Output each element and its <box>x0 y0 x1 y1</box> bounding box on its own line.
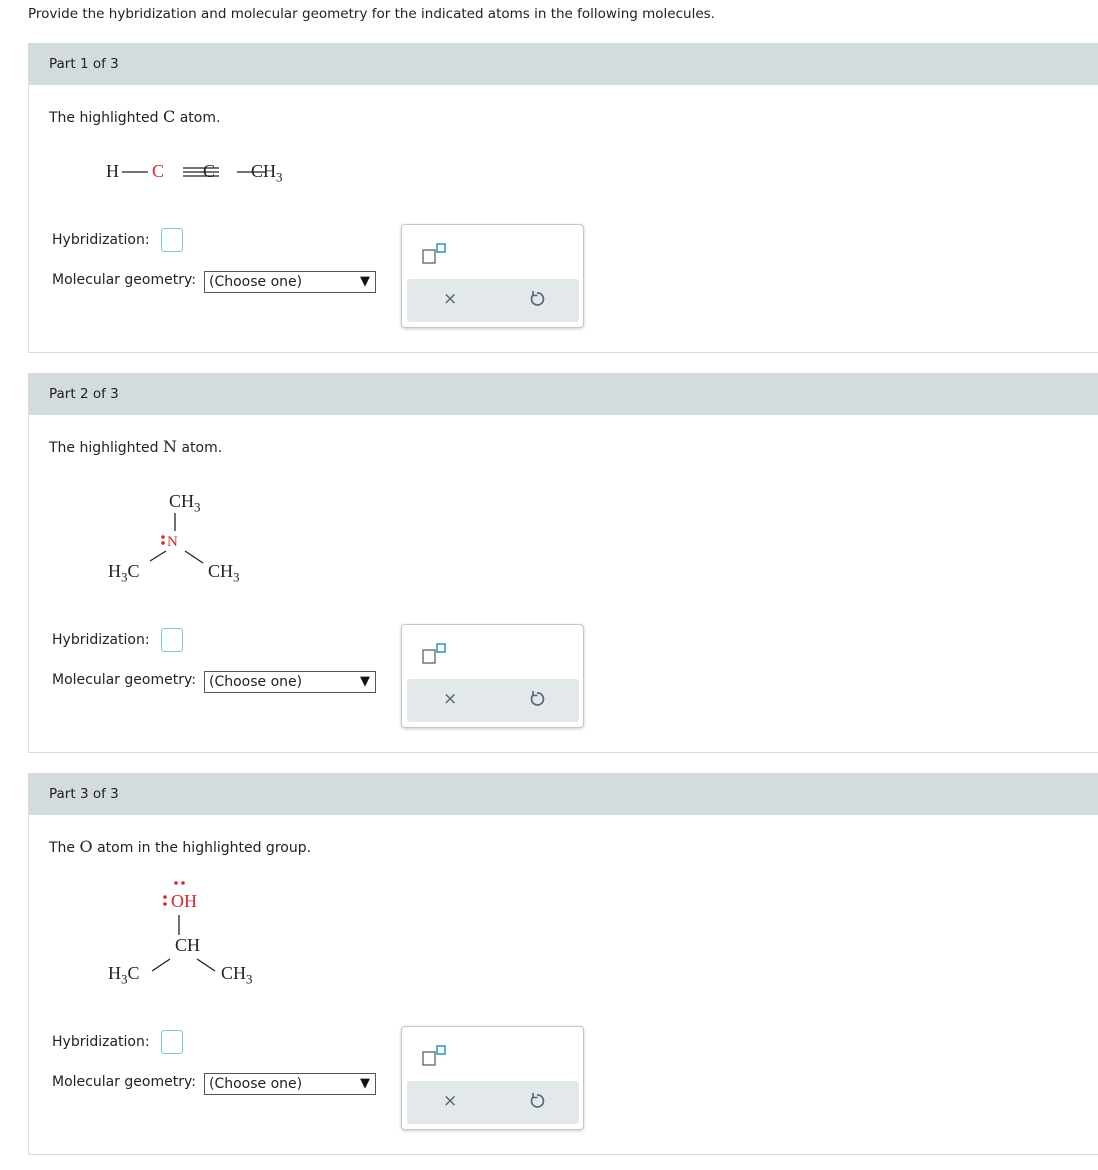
x-icon[interactable]: × <box>443 689 457 709</box>
tool-bar: × <box>407 679 579 722</box>
undo-icon[interactable] <box>527 289 547 309</box>
geometry-select[interactable]: (Choose one) ▼ <box>204 271 376 293</box>
hybridization-input[interactable] <box>161 1030 183 1054</box>
geometry-label: Molecular geometry: <box>52 1074 196 1090</box>
superscript-box-icon[interactable] <box>422 243 448 265</box>
hybridization-label: Hybridization: <box>52 1034 150 1050</box>
tool-bar: × <box>407 1081 579 1124</box>
superscript-box-icon[interactable] <box>422 1045 448 1067</box>
hybridization-label: Hybridization: <box>52 232 150 248</box>
highlighted-nitrogen: N <box>167 534 178 550</box>
answer-toolbox: × <box>401 624 584 728</box>
answer-toolbox: × <box>401 224 584 328</box>
x-icon[interactable]: × <box>443 289 457 309</box>
part-3-panel: Part 3 of 3 The O atom in the highlighte… <box>28 773 1098 1155</box>
superscript-box-icon[interactable] <box>422 643 448 665</box>
geometry-label: Molecular geometry: <box>52 272 196 288</box>
geometry-select[interactable]: (Choose one) ▼ <box>204 1073 376 1095</box>
part-header: Part 1 of 3 <box>29 43 1098 85</box>
part-prompt: The O atom in the highlighted group. <box>49 837 312 856</box>
dropdown-arrow-icon: ▼ <box>360 674 370 689</box>
hybridization-input[interactable] <box>161 228 183 252</box>
dropdown-arrow-icon: ▼ <box>360 1076 370 1091</box>
part-header: Part 2 of 3 <box>29 373 1098 415</box>
answer-toolbox: × <box>401 1026 584 1130</box>
x-icon[interactable]: × <box>443 1091 457 1111</box>
molecule-propyne: H C C CH3 <box>106 161 283 185</box>
highlighted-hydroxyl: OH <box>171 891 197 911</box>
part-prompt: The highlighted C atom. <box>49 107 221 126</box>
geometry-label: Molecular geometry: <box>52 672 196 688</box>
molecule-isopropanol: OH CH H3C CH3 <box>104 875 284 995</box>
molecule-trimethylamine: CH3 N H3C CH3 <box>108 491 240 585</box>
hybridization-input[interactable] <box>161 628 183 652</box>
undo-icon[interactable] <box>527 1091 547 1111</box>
geometry-select[interactable]: (Choose one) ▼ <box>204 671 376 693</box>
part-1-panel: Part 1 of 3 The highlighted C atom. H C … <box>28 43 1098 353</box>
tool-bar: × <box>407 279 579 322</box>
instructions-text: Provide the hybridization and molecular … <box>28 6 715 22</box>
part-prompt: The highlighted N atom. <box>49 437 223 456</box>
highlighted-carbon: C <box>152 161 165 181</box>
part-header: Part 3 of 3 <box>29 773 1098 815</box>
hybridization-label: Hybridization: <box>52 632 150 648</box>
dropdown-arrow-icon: ▼ <box>360 274 370 289</box>
undo-icon[interactable] <box>527 689 547 709</box>
part-2-panel: Part 2 of 3 The highlighted N atom. CH3 … <box>28 373 1098 753</box>
